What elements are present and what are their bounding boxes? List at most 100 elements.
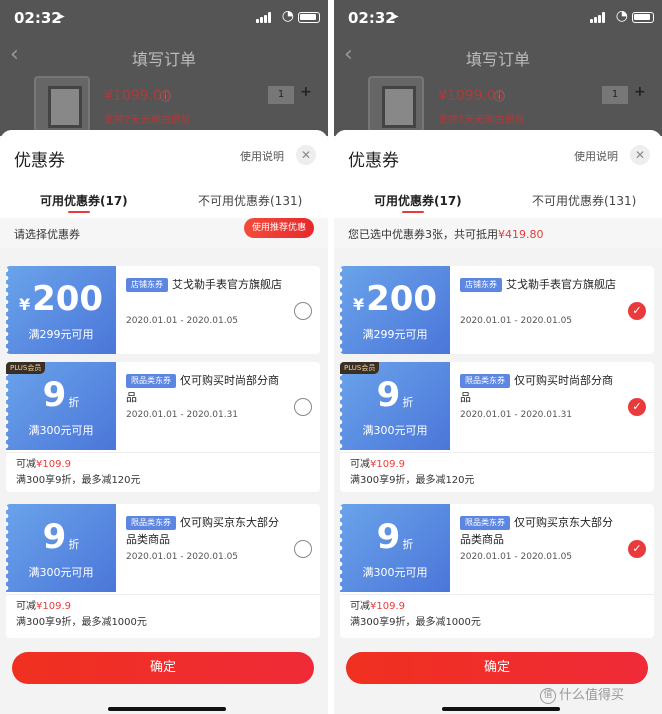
coupon-sheet: 优惠券 使用说明 ✕ 可用优惠券(17) 不可用优惠券(131) 您已选中优惠券… (334, 130, 662, 714)
coupon-card[interactable]: ¥200 满299元可用 店铺东券 艾戈勒手表官方旗舰店 2020.01.01 -… (340, 266, 654, 354)
coupon-selected-check-icon[interactable]: ✓ (628, 398, 646, 416)
coupon-savings: 可减¥109.9 满300享9折，最多减1000元 (6, 594, 320, 638)
sheet-header: 优惠券 使用说明 ✕ (334, 130, 662, 178)
plus-member-badge: PLUS会员 (6, 362, 46, 374)
tab-available[interactable]: 可用优惠券(17) (374, 192, 462, 209)
coupon-amount: ¥200 (352, 279, 438, 319)
active-tab-indicator (402, 211, 424, 213)
plus-member-badge: PLUS会员 (340, 362, 380, 374)
product-image (34, 76, 90, 132)
savings-amount: ¥109.9 (370, 601, 405, 612)
wifi-icon: ◔ (281, 8, 294, 24)
confirm-button[interactable]: 确定 (346, 652, 648, 684)
coupon-type-tag: 店铺东券 (460, 278, 502, 292)
use-recommended-button[interactable]: 使用推荐优惠 (243, 218, 314, 238)
coupon-selected-check-icon[interactable]: ✓ (628, 540, 646, 558)
coupon-tabs: 可用优惠券(17) 不可用优惠券(131) (334, 178, 662, 218)
quantity-plus-button[interactable]: + (634, 84, 646, 100)
info-icon[interactable]: ⓘ (494, 88, 505, 104)
coupon-type-tag: 限品类东券 (460, 374, 510, 388)
coupon-select-radio[interactable] (294, 540, 312, 558)
info-icon[interactable]: ⓘ (160, 88, 171, 104)
coupon-select-radio[interactable] (294, 302, 312, 320)
coupon-card[interactable]: 9折 满300元可用 限品类东券 仅可购买京东大部分品类商品 2020.01.01… (340, 504, 654, 638)
watermark: 值什么值得买 (540, 684, 624, 704)
coupon-description: 店铺东券 艾戈勒手表官方旗舰店 (460, 276, 620, 293)
product-image (368, 76, 424, 132)
coupon-amount: 9折 (42, 517, 80, 557)
help-link[interactable]: 使用说明 (574, 148, 618, 164)
coupon-type-tag: 限品类东券 (460, 516, 510, 530)
location-icon: ➤ (390, 10, 400, 23)
return-policy-note: 支持7天无理由退货 (438, 115, 525, 126)
coupon-card[interactable]: PLUS会员 9折 满300元可用 限品类东券 仅可购买时尚部分商品 2020.0… (340, 362, 654, 492)
coupon-description: 限品类东券 仅可购买时尚部分商品 (126, 372, 286, 406)
nav-bar: ‹ 填写订单 (0, 40, 328, 72)
coupon-validity: 2020.01.01 - 2020.01.05 (126, 552, 239, 562)
quantity-plus-button[interactable]: + (300, 84, 312, 100)
selection-summary: 您已选中优惠券3张，共可抵用¥419.80 (348, 228, 544, 241)
confirm-button[interactable]: 确定 (12, 652, 314, 684)
coupon-validity: 2020.01.01 - 2020.01.31 (460, 410, 573, 420)
coupon-amount: 9折 (42, 375, 80, 415)
savings-amount: ¥109.9 (36, 601, 71, 612)
tab-unavailable[interactable]: 不可用优惠券(131) (198, 192, 302, 209)
coupon-card[interactable]: ¥200 满299元可用 店铺东券 艾戈勒手表官方旗舰店 2020.01.01 -… (6, 266, 320, 354)
page-title: 填写订单 (131, 50, 196, 69)
tab-unavailable[interactable]: 不可用优惠券(131) (532, 192, 636, 209)
coupon-selected-check-icon[interactable]: ✓ (628, 302, 646, 320)
coupon-savings: 可减¥109.9 满300享9折，最多减120元 (6, 452, 320, 492)
coupon-select-radio[interactable] (294, 398, 312, 416)
discount-rule: 满300享9折，最多减120元 (350, 475, 475, 486)
coupon-tabs: 可用优惠券(17) 不可用优惠券(131) (0, 178, 328, 218)
active-tab-indicator (68, 211, 90, 213)
selection-hint: 请选择优惠券 (14, 228, 80, 241)
signal-icon (590, 12, 606, 23)
sheet-header: 优惠券 使用说明 ✕ (0, 130, 328, 178)
coupon-card[interactable]: 9折 满300元可用 限品类东券 仅可购买京东大部分品类商品 2020.01.01… (6, 504, 320, 638)
product-row: ¥1099.00 ⓘ 支持7天无理由退货 1 + (0, 74, 328, 134)
battery-icon (298, 12, 320, 23)
coupon-type-tag: 限品类东券 (126, 374, 176, 388)
sheet-title: 优惠券 (14, 151, 65, 171)
tab-available[interactable]: 可用优惠券(17) (40, 192, 128, 209)
nav-bar: ‹ 填写订单 (334, 40, 662, 72)
help-link[interactable]: 使用说明 (240, 148, 284, 164)
discount-rule: 满300享9折，最多减120元 (16, 475, 141, 486)
coupon-card[interactable]: PLUS会员 9折 满300元可用 限品类东券 仅可购买时尚部分商品 2020.0… (6, 362, 320, 492)
coupon-description: 限品类东券 仅可购买京东大部分品类商品 (460, 514, 620, 548)
coupon-validity: 2020.01.01 - 2020.01.31 (126, 410, 239, 420)
coupon-validity: 2020.01.01 - 2020.01.05 (460, 552, 573, 562)
coupon-title: 艾戈勒手表官方旗舰店 (506, 278, 616, 291)
coupon-validity: 2020.01.01 - 2020.01.05 (460, 316, 573, 326)
selection-hint-bar: 您已选中优惠券3张，共可抵用¥419.80 (334, 218, 662, 248)
coupon-sheet: 优惠券 使用说明 ✕ 可用优惠券(17) 不可用优惠券(131) 请选择优惠券 … (0, 130, 328, 714)
coupon-value-stub: 9折 满300元可用 (340, 362, 450, 450)
close-icon[interactable]: ✕ (630, 145, 650, 165)
coupon-value-stub: 9折 满300元可用 (6, 362, 116, 450)
coupon-condition: 满300元可用 (28, 424, 94, 437)
close-icon[interactable]: ✕ (296, 145, 316, 165)
right-screen: 02:32 ➤ ◔ ‹ 填写订单 ¥1099.00 ⓘ 支持7天无理由退货 1 … (334, 0, 662, 714)
total-savings: ¥419.80 (498, 228, 544, 241)
product-row: ¥1099.00 ⓘ 支持7天无理由退货 1 + (334, 74, 662, 134)
status-time: 02:32 (14, 9, 62, 27)
coupon-type-tag: 店铺东券 (126, 278, 168, 292)
quantity-field[interactable]: 1 (268, 86, 294, 104)
wifi-icon: ◔ (615, 8, 628, 24)
coupon-savings: 可减¥109.9 满300享9折，最多减120元 (340, 452, 654, 492)
page-title: 填写订单 (465, 50, 530, 69)
left-screen: 02:32 ➤ ◔ ‹ 填写订单 ¥1099.00 ⓘ 支持7天无理由退货 1 … (0, 0, 328, 714)
coupon-condition: 满300元可用 (28, 566, 94, 579)
coupon-condition: 满299元可用 (28, 328, 94, 341)
coupon-condition: 满300元可用 (362, 566, 428, 579)
coupon-value-stub: ¥200 满299元可用 (340, 266, 450, 354)
coupon-description: 限品类东券 仅可购买时尚部分商品 (460, 372, 620, 406)
coupon-value-stub: ¥200 满299元可用 (6, 266, 116, 354)
status-bar: 02:32 ➤ ◔ (334, 0, 662, 36)
coupon-condition: 满299元可用 (362, 328, 428, 341)
quantity-field[interactable]: 1 (602, 86, 628, 104)
savings-amount: ¥109.9 (36, 459, 71, 470)
savings-amount: ¥109.9 (370, 459, 405, 470)
discount-rule: 满300享9折，最多减1000元 (16, 617, 147, 628)
